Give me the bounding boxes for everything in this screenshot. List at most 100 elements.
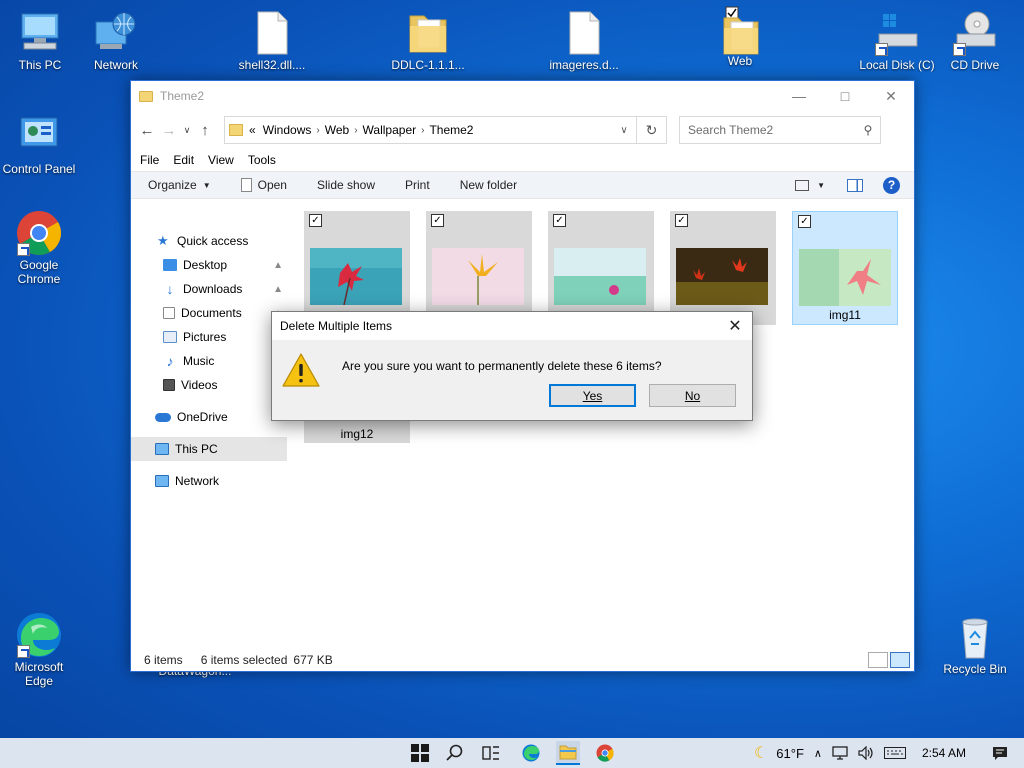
close-button[interactable]: ✕ bbox=[868, 81, 914, 111]
desktop-icon-local-disk[interactable]: Local Disk (C) bbox=[857, 10, 937, 72]
desktop-icon-control-panel[interactable]: Control Panel bbox=[0, 114, 79, 176]
menu-edit[interactable]: Edit bbox=[173, 153, 194, 167]
print-button[interactable]: Print bbox=[405, 178, 430, 192]
slideshow-button[interactable]: Slide show bbox=[317, 178, 375, 192]
file-thumbnail[interactable]: ✓ bbox=[426, 211, 532, 325]
file-thumbnail[interactable]: ✓ bbox=[304, 211, 410, 325]
nav-item-pictures[interactable]: Pictures bbox=[131, 325, 287, 349]
search-input[interactable]: Search Theme2 ⚲ bbox=[679, 116, 881, 144]
chevron-right-icon[interactable]: › bbox=[316, 125, 319, 136]
menu-file[interactable]: File bbox=[140, 153, 159, 167]
task-view-button[interactable] bbox=[481, 743, 501, 763]
change-view-icon[interactable] bbox=[795, 179, 810, 191]
folder-icon bbox=[139, 90, 153, 102]
dialog-title-bar[interactable]: Delete Multiple Items ✕ bbox=[272, 312, 752, 340]
nav-item-network[interactable]: Network bbox=[131, 469, 287, 493]
notifications-button[interactable] bbox=[992, 746, 1008, 761]
breadcrumb-windows[interactable]: Windows bbox=[263, 123, 312, 137]
menu-tools[interactable]: Tools bbox=[248, 153, 276, 167]
item-checkbox[interactable]: ✓ bbox=[675, 214, 688, 227]
breadcrumb-web[interactable]: Web bbox=[325, 123, 349, 137]
folder-icon bbox=[716, 6, 764, 55]
yes-button[interactable]: Yes bbox=[549, 384, 636, 407]
file-explorer-taskbar-button[interactable] bbox=[556, 741, 580, 765]
breadcrumb-theme2[interactable]: Theme2 bbox=[429, 123, 473, 137]
new-folder-button[interactable]: New folder bbox=[460, 178, 517, 192]
desktop-icon-imageres[interactable]: imageres.d... bbox=[544, 10, 624, 72]
no-button[interactable]: No bbox=[649, 384, 736, 407]
chevron-right-icon[interactable]: › bbox=[421, 125, 424, 136]
preview-pane-icon[interactable] bbox=[847, 178, 863, 192]
menu-view[interactable]: View bbox=[208, 153, 234, 167]
volume-icon[interactable] bbox=[858, 746, 874, 760]
nav-item-onedrive[interactable]: OneDrive bbox=[131, 405, 287, 429]
nav-item-quick-access[interactable]: ★ Quick access bbox=[131, 229, 287, 253]
desktop-icon-web[interactable]: Web bbox=[700, 6, 780, 68]
refresh-button[interactable]: ↻ bbox=[637, 116, 667, 144]
chrome-icon bbox=[15, 210, 63, 256]
desktop-icon-microsoft-edge[interactable]: Microsoft Edge bbox=[0, 612, 79, 688]
nav-item-music[interactable]: ♪ Music bbox=[131, 349, 287, 373]
clock[interactable]: 2:54 AM bbox=[922, 746, 966, 760]
weather-widget[interactable]: ☾ 61°F bbox=[754, 743, 804, 763]
address-bar[interactable]: « Windows › Web › Wallpaper › Theme2 ∨ bbox=[224, 116, 637, 144]
back-button[interactable]: ← bbox=[136, 122, 158, 139]
details-view-icon[interactable] bbox=[868, 652, 888, 668]
network-tray-icon[interactable] bbox=[832, 746, 848, 760]
desktop-icon-ddlc[interactable]: DDLC-1.1.1... bbox=[388, 10, 468, 72]
breadcrumb-overflow[interactable]: « bbox=[249, 123, 256, 137]
desktop-icon-recycle-bin[interactable]: Recycle Bin bbox=[935, 614, 1015, 676]
pin-icon[interactable]: ▲ bbox=[273, 284, 283, 295]
forward-button[interactable]: → bbox=[158, 122, 180, 139]
item-checkbox[interactable]: ✓ bbox=[553, 214, 566, 227]
large-icons-view-icon[interactable] bbox=[890, 652, 910, 668]
title-bar[interactable]: Theme2 — □ ✕ bbox=[131, 81, 914, 111]
new-folder-label: New folder bbox=[459, 178, 518, 192]
nav-item-videos[interactable]: Videos bbox=[131, 373, 287, 397]
open-button[interactable]: Open bbox=[240, 178, 287, 192]
keyboard-icon[interactable] bbox=[883, 747, 906, 759]
pin-icon[interactable]: ▲ bbox=[273, 260, 283, 271]
nav-item-downloads[interactable]: ↓ Downloads ▲ bbox=[131, 277, 287, 301]
maximize-button[interactable]: □ bbox=[822, 81, 868, 111]
nav-label: Videos bbox=[181, 378, 218, 392]
chrome-taskbar-button[interactable] bbox=[595, 743, 615, 763]
desktop-icon-label: CD Drive bbox=[950, 58, 1000, 72]
item-checkbox[interactable]: ✓ bbox=[309, 214, 322, 227]
selection-count: 6 items selected bbox=[200, 653, 288, 667]
file-name: img11 bbox=[829, 308, 861, 322]
show-hidden-icons-button[interactable]: ∧ bbox=[814, 747, 822, 760]
document-icon bbox=[240, 178, 252, 192]
item-checkbox[interactable]: ✓ bbox=[798, 215, 811, 228]
minimize-button[interactable]: — bbox=[776, 81, 822, 111]
organize-button[interactable]: Organize ▼ bbox=[148, 178, 211, 192]
file-thumbnail[interactable]: ✓ bbox=[670, 211, 776, 325]
nav-label: Network bbox=[175, 474, 220, 488]
desktop-icon-google-chrome[interactable]: Google Chrome bbox=[0, 210, 79, 286]
close-icon[interactable]: ✕ bbox=[718, 316, 752, 336]
file-thumbnail[interactable]: ✓ bbox=[548, 211, 654, 325]
item-checkbox[interactable]: ✓ bbox=[431, 214, 444, 227]
help-icon[interactable]: ? bbox=[883, 176, 900, 194]
documents-icon bbox=[163, 307, 175, 319]
desktop-icon-network[interactable]: Network bbox=[76, 10, 156, 72]
file-thumbnail-img11[interactable]: ✓ img11 bbox=[792, 211, 898, 325]
desktop-icon-this-pc[interactable]: This PC bbox=[0, 10, 80, 72]
nav-item-desktop[interactable]: Desktop ▲ bbox=[131, 253, 287, 277]
chevron-right-icon[interactable]: › bbox=[354, 125, 357, 136]
pictures-icon bbox=[163, 331, 177, 343]
address-dropdown-button[interactable]: ∨ bbox=[612, 125, 636, 136]
edge-taskbar-button[interactable] bbox=[521, 743, 541, 763]
nav-item-this-pc[interactable]: This PC bbox=[131, 437, 287, 461]
moon-icon: ☾ bbox=[753, 745, 769, 762]
search-button[interactable] bbox=[445, 743, 465, 763]
breadcrumb-wallpaper[interactable]: Wallpaper bbox=[363, 123, 417, 137]
up-button[interactable]: ↑ bbox=[194, 122, 216, 139]
view-options-caret-icon[interactable]: ▼ bbox=[817, 181, 825, 190]
desktop-icon-cd-drive[interactable]: CD Drive bbox=[935, 10, 1015, 72]
desktop-icon-shell32[interactable]: shell32.dll.... bbox=[232, 10, 312, 72]
recent-locations-button[interactable]: ∨ bbox=[180, 125, 194, 136]
nav-item-documents[interactable]: Documents ▲ bbox=[131, 301, 287, 325]
start-button[interactable] bbox=[410, 743, 430, 763]
desktop-icon-label: imageres.d... bbox=[549, 58, 619, 72]
